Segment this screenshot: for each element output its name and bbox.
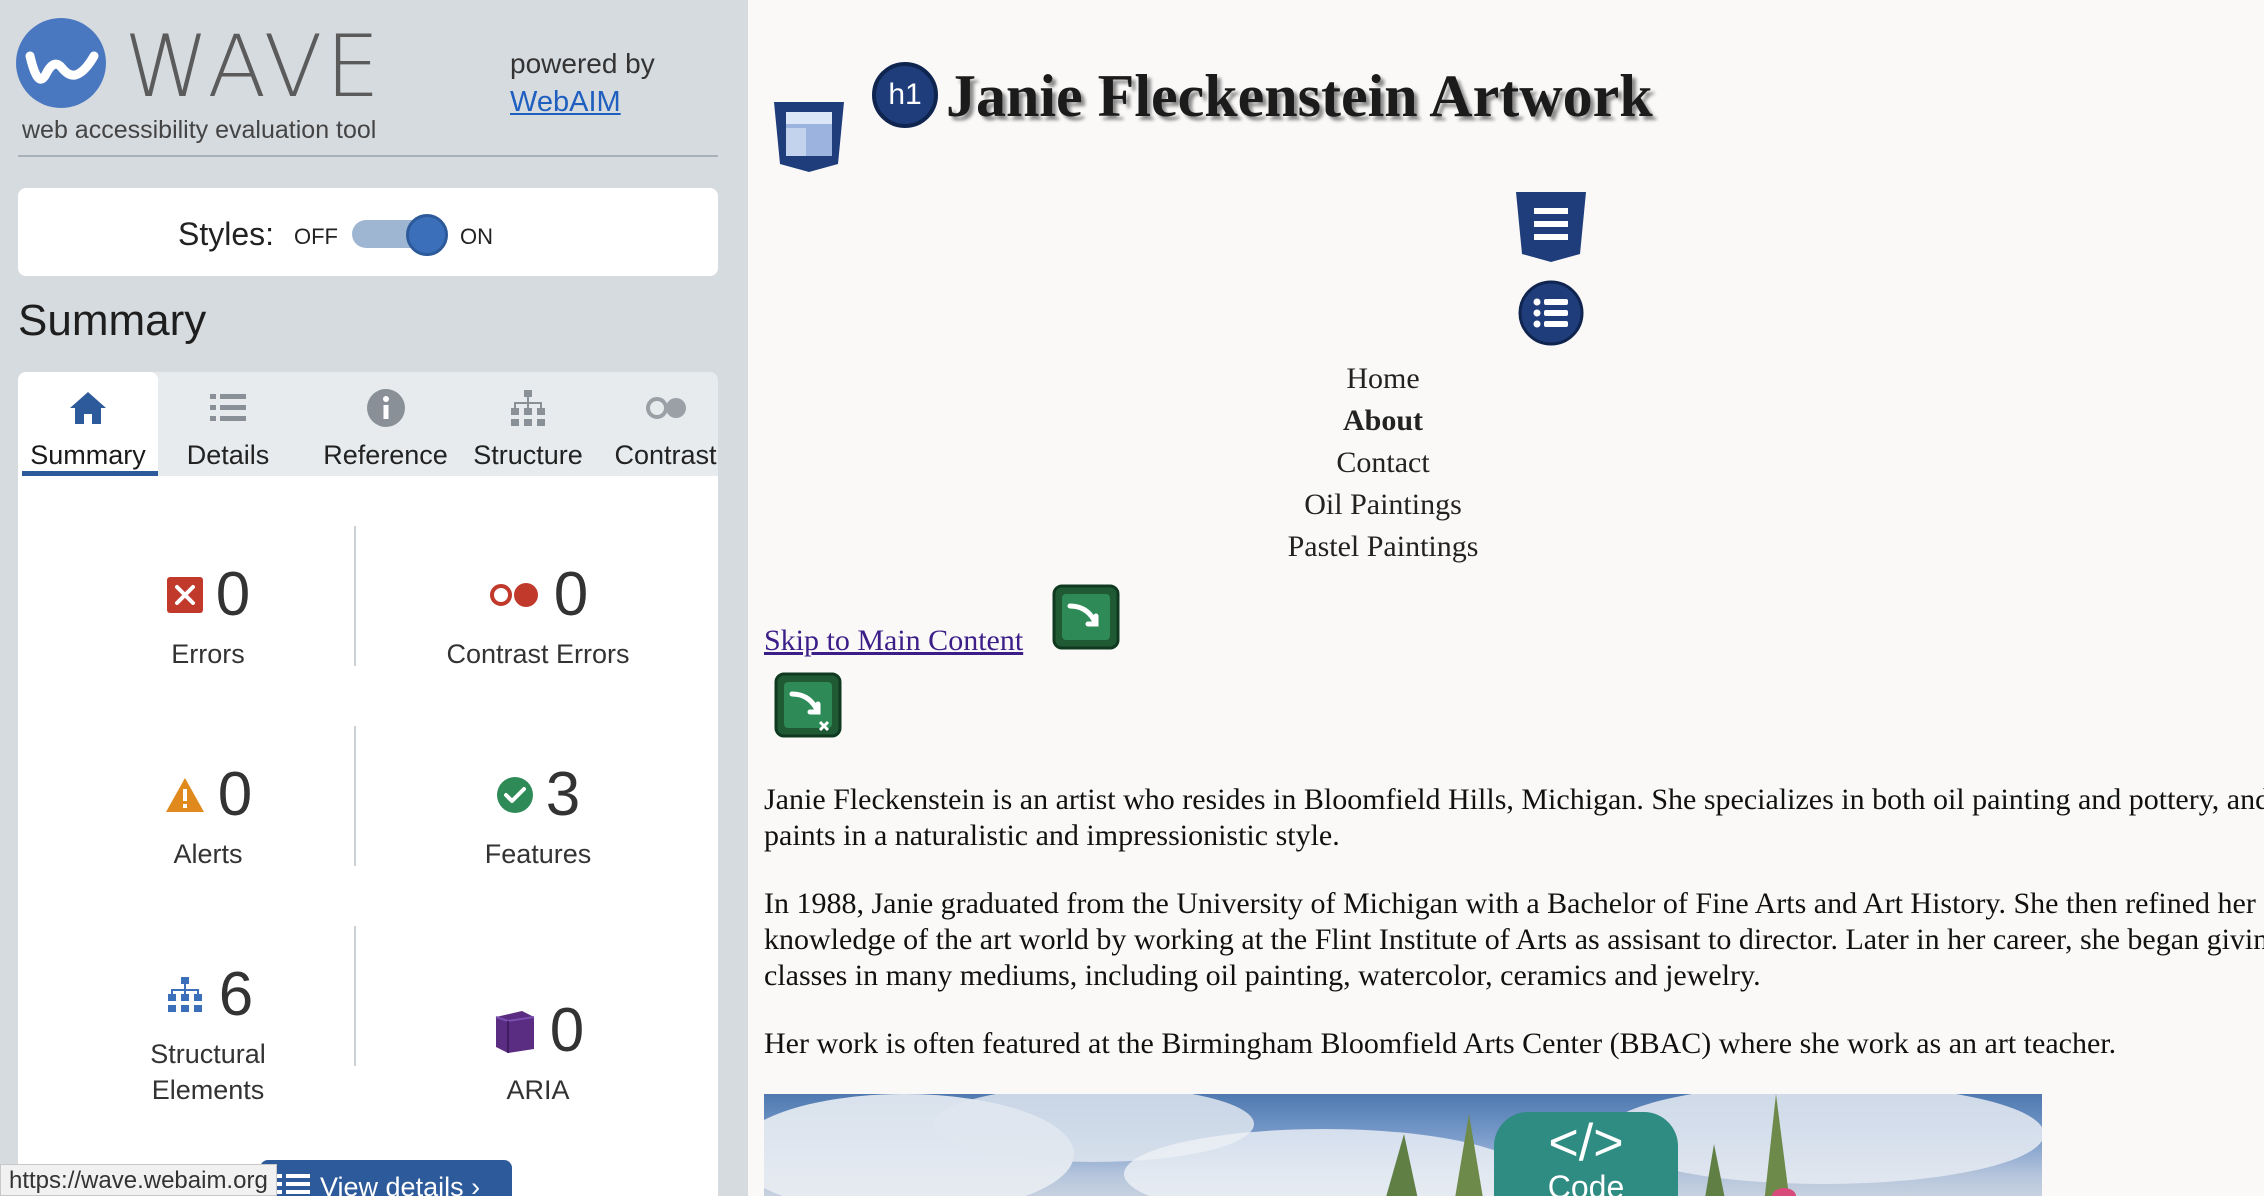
nav-item-contact[interactable]: Contact bbox=[928, 442, 1838, 484]
feature-check-icon bbox=[496, 777, 533, 813]
info-icon bbox=[366, 389, 405, 427]
features-label: Features bbox=[484, 839, 592, 869]
wave-tab-bar: Summary Details Reference Structure Cont… bbox=[18, 372, 718, 476]
tab-structure-label: Structure bbox=[473, 440, 583, 470]
artwork-image: </> Code bbox=[764, 1094, 2042, 1196]
nav-item-pastel-paintings[interactable]: Pastel Paintings bbox=[928, 526, 1838, 568]
h1-badge-label: h1 bbox=[888, 78, 922, 111]
alert-icon bbox=[165, 778, 204, 812]
nav-item-about[interactable]: About bbox=[928, 400, 1838, 442]
evaluated-page: h1 Janie Fleckenstein Artwork Home About… bbox=[748, 0, 2264, 1196]
error-icon bbox=[166, 577, 203, 613]
errors-stat[interactable]: 0 Errors bbox=[58, 560, 358, 672]
view-details-label: View details › bbox=[320, 1172, 481, 1196]
styles-off-label: OFF bbox=[294, 224, 338, 249]
site-navigation: Home About Contact Oil Paintings Pastel … bbox=[928, 358, 1838, 568]
tab-details-label: Details bbox=[186, 440, 270, 470]
structural-label-line1: Structural bbox=[150, 1039, 266, 1069]
nav-item-home[interactable]: Home bbox=[928, 358, 1838, 400]
header-divider bbox=[18, 155, 718, 157]
contrast-icon bbox=[645, 397, 686, 419]
aria-label: ARIA bbox=[506, 1075, 570, 1105]
summary-panel: 0 Errors 0 Contrast Errors 0 Alerts 3 Fe… bbox=[18, 476, 718, 1196]
structural-elements-stat[interactable]: 6 Structural Elements bbox=[58, 960, 358, 1108]
tab-details[interactable]: Details bbox=[163, 372, 293, 476]
navigation-region-icon[interactable] bbox=[1514, 188, 1588, 264]
nav-item-oil-paintings[interactable]: Oil Paintings bbox=[928, 484, 1838, 526]
structural-label: Structural Elements bbox=[58, 1036, 358, 1108]
bio-paragraph: Janie Fleckenstein is an artist who resi… bbox=[764, 783, 2264, 852]
tab-reference-label: Reference bbox=[323, 440, 448, 470]
structural-label-line2: Elements bbox=[151, 1075, 265, 1105]
errors-count: 0 bbox=[215, 560, 251, 629]
styles-on-label: ON bbox=[460, 224, 493, 249]
hierarchy-icon bbox=[511, 390, 545, 426]
list-icon bbox=[276, 1174, 310, 1194]
code-label: Code bbox=[1547, 1169, 1625, 1196]
skip-link-target-icon[interactable] bbox=[774, 672, 842, 738]
view-details-button[interactable]: View details › bbox=[260, 1160, 512, 1196]
powered-by-label: powered by bbox=[510, 48, 655, 79]
aria-cube-icon bbox=[495, 1011, 534, 1053]
styles-panel: Styles: OFF ON bbox=[18, 188, 718, 276]
tab-summary[interactable]: Summary bbox=[18, 372, 158, 476]
education-paragraph: In 1988, Janie graduated from the Univer… bbox=[764, 887, 2264, 992]
status-bar-url: https://wave.webaim.org bbox=[0, 1164, 277, 1196]
code-icon: </> bbox=[1548, 1114, 1624, 1172]
tab-contrast-label: Contrast bbox=[614, 440, 717, 470]
alerts-stat[interactable]: 0 Alerts bbox=[58, 760, 358, 872]
list-icon bbox=[210, 394, 246, 421]
code-element-badge[interactable]: </> Code bbox=[1494, 1112, 1678, 1196]
tab-reference[interactable]: Reference bbox=[298, 372, 473, 476]
artwork-sky-clouds bbox=[764, 1094, 2042, 1196]
h1-heading-icon[interactable]: h1 bbox=[872, 62, 938, 128]
wave-title: WAVE bbox=[124, 17, 383, 117]
tab-structure[interactable]: Structure bbox=[458, 372, 598, 476]
wave-tagline: web accessibility evaluation tool bbox=[22, 116, 377, 144]
contrast-errors-stat[interactable]: 0 Contrast Errors bbox=[378, 560, 698, 672]
styles-label: Styles: bbox=[178, 216, 275, 252]
aria-count: 0 bbox=[549, 996, 585, 1065]
tab-contrast[interactable]: Contrast bbox=[598, 372, 733, 476]
page-title: Janie Fleckenstein Artwork bbox=[946, 63, 1653, 129]
webaim-link[interactable]: WebAIM bbox=[510, 86, 621, 119]
styles-toggle[interactable] bbox=[350, 214, 450, 256]
alerts-label: Alerts bbox=[173, 839, 243, 869]
bbac-paragraph: Her work is often featured at the Birmin… bbox=[764, 1027, 2117, 1060]
contrast-errors-count: 0 bbox=[553, 560, 589, 629]
tab-summary-label: Summary bbox=[30, 440, 146, 470]
home-icon bbox=[70, 392, 106, 424]
skip-to-main-link[interactable]: Skip to Main Content bbox=[764, 624, 1023, 658]
aria-stat[interactable]: 0 ARIA bbox=[378, 996, 698, 1108]
wave-sidebar: WAVE web accessibility evaluation tool p… bbox=[0, 0, 748, 1196]
header-region-icon[interactable] bbox=[772, 98, 846, 174]
features-stat[interactable]: 3 Features bbox=[378, 760, 698, 872]
contrast-error-icon bbox=[489, 583, 538, 607]
skip-link-icon[interactable] bbox=[1052, 584, 1120, 650]
alerts-count: 0 bbox=[217, 760, 253, 829]
summary-heading: Summary bbox=[18, 296, 207, 345]
features-count: 3 bbox=[545, 760, 581, 829]
contrast-errors-label: Contrast Errors bbox=[446, 639, 630, 669]
structure-icon bbox=[167, 977, 202, 1012]
unordered-list-icon[interactable] bbox=[1518, 280, 1584, 346]
wave-logo-icon bbox=[16, 18, 106, 108]
toggle-knob bbox=[406, 214, 448, 256]
structural-count: 6 bbox=[218, 960, 254, 1029]
errors-label: Errors bbox=[171, 639, 245, 669]
